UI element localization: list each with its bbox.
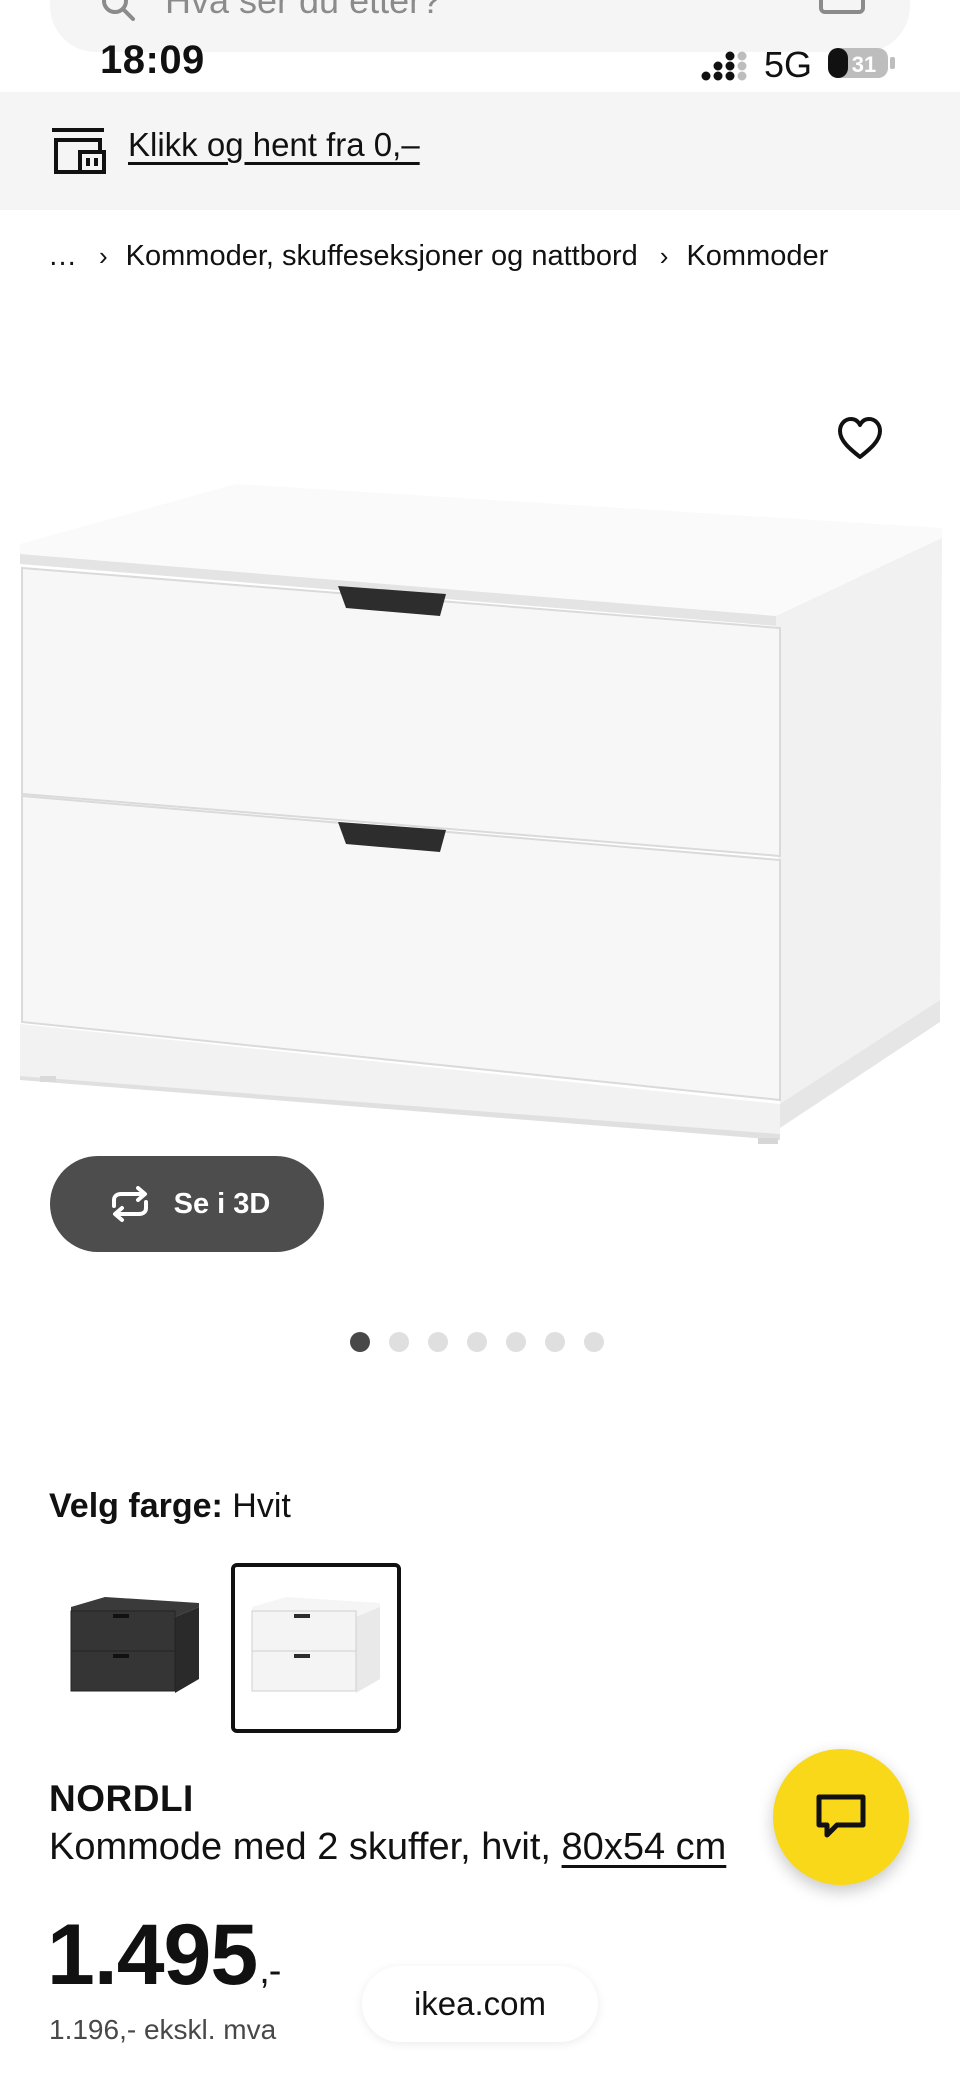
product-size-link[interactable]: 80x54 cm [562,1826,727,1868]
click-collect-link[interactable]: Klikk og hent fra 0,– [128,126,420,164]
search-icon [102,0,135,21]
product-name: NORDLI [49,1778,194,1819]
color-swatch-white[interactable] [231,1563,401,1733]
signal-icon [701,51,747,81]
product-image[interactable] [0,440,960,1200]
color-swatch-black[interactable] [50,1563,220,1733]
product-description: Kommode med 2 skuffer, hvit, 80x54 cm [49,1826,727,1868]
status-time: 18:09 [100,38,205,82]
heart-icon[interactable] [836,415,884,463]
selected-color-value: Hvit [232,1487,291,1525]
gallery-dot[interactable] [467,1332,487,1352]
browser-url-bar[interactable]: ikea.com [362,1966,598,2042]
view-3d-button[interactable]: Se i 3D [50,1156,324,1252]
gallery-dot[interactable] [428,1332,448,1352]
gallery-dot[interactable] [584,1332,604,1352]
gallery-pagination [350,1332,604,1352]
search-input[interactable]: Hva ser du etter? [165,0,441,22]
chat-button[interactable] [773,1749,909,1885]
gallery-dot[interactable] [389,1332,409,1352]
chevron-right-icon: › [99,241,108,271]
price-excl-vat: 1.196,- ekskl. mva [49,2014,277,2045]
chevron-right-icon: › [659,241,669,271]
breadcrumb-ellipsis[interactable]: … [48,240,77,273]
chat-icon [816,1794,866,1838]
color-selection-label: Velg farge: Hvit [49,1487,291,1525]
network-type: 5G [764,44,813,85]
rotate-icon [111,1186,148,1222]
battery-level: 31 [852,52,876,77]
gallery-dot[interactable] [545,1332,565,1352]
breadcrumb: … › Kommoder, skuffeseksjoner og nattbor… [48,240,828,273]
view-3d-label: Se i 3D [173,1187,271,1220]
white-dresser-thumbnail [251,1597,380,1693]
camera-icon[interactable] [818,0,866,16]
battery-icon: 31 [828,48,895,78]
store-pickup-icon [52,128,106,174]
black-dresser-thumbnail [70,1597,199,1693]
gallery-dot-active[interactable] [350,1332,370,1352]
breadcrumb-item[interactable]: Kommoder, skuffeseksjoner og nattbord [126,240,638,273]
breadcrumb-item[interactable]: Kommoder [686,240,828,273]
gallery-dot[interactable] [506,1332,526,1352]
product-price: 1.495 ,- [47,1907,281,2003]
